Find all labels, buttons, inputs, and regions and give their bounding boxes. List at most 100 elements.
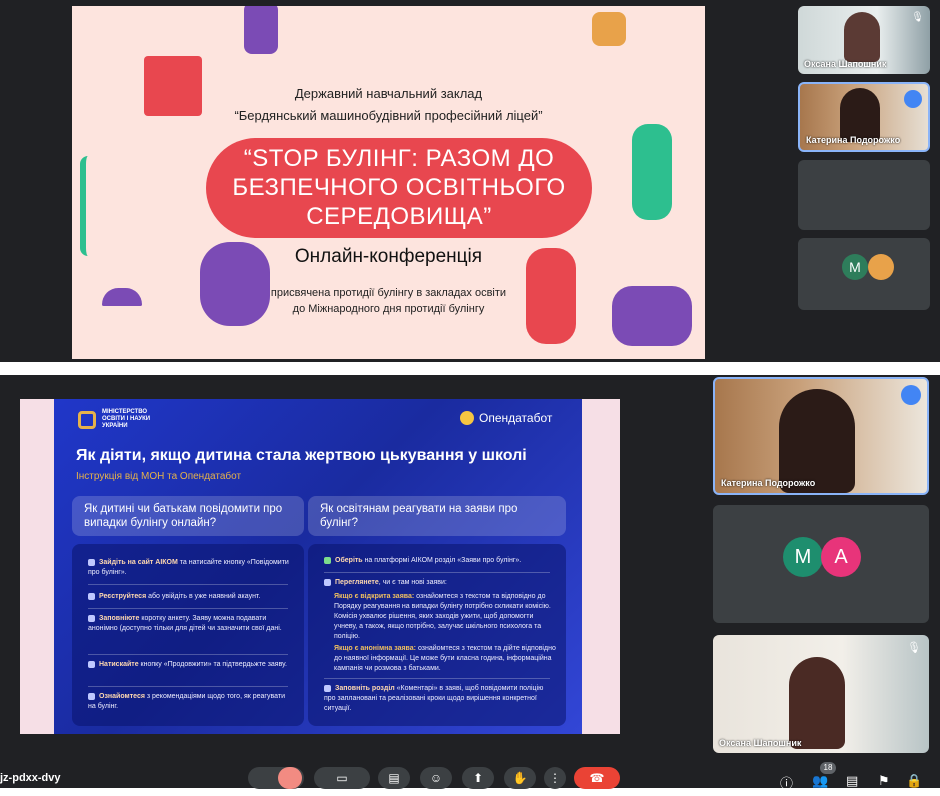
participant-video bbox=[840, 88, 880, 142]
opendatabot-logo: Опендатабот bbox=[460, 411, 552, 425]
checkbox-icon bbox=[324, 556, 331, 564]
more-vert-icon: ⋮ bbox=[549, 771, 561, 785]
ministry-line: ОСВІТИ І НАУКИ bbox=[102, 416, 151, 422]
participant-tile-group[interactable]: M A bbox=[713, 505, 929, 623]
slide-title: Як діяти, якщо дитина стала жертвою цьку… bbox=[76, 447, 527, 464]
participant-tile[interactable]: 🎙 Оксана Шапошник bbox=[798, 6, 930, 74]
meeting-window-top: Державний навчальний заклад “Бердянський… bbox=[0, 0, 940, 362]
participant-name: Оксана Шапошник bbox=[719, 738, 802, 748]
divider bbox=[324, 572, 550, 573]
participant-video bbox=[844, 12, 880, 62]
list-item: Зайдіть на сайт АІКОМ та натисайте кнопк… bbox=[88, 558, 289, 576]
avatar: A bbox=[821, 537, 861, 577]
hang-up-icon: ☎ bbox=[589, 771, 605, 785]
participant-tile-active[interactable]: Катерина Подорожко bbox=[798, 82, 930, 152]
microphone-button[interactable] bbox=[248, 767, 304, 789]
lock-icon: 🔒 bbox=[906, 773, 923, 788]
present-icon: ⬆ bbox=[472, 771, 484, 785]
presentation-slide-top: Державний навчальний заклад “Бердянський… bbox=[72, 6, 705, 359]
illustration-decor bbox=[632, 124, 672, 220]
camera-icon: ▭ bbox=[336, 771, 348, 785]
speaking-indicator-icon bbox=[901, 385, 921, 405]
participant-tile-group[interactable]: M bbox=[798, 238, 930, 310]
raise-hand-button[interactable]: ✋ bbox=[504, 767, 536, 789]
end-call-button[interactable]: ☎ bbox=[574, 767, 620, 789]
list-item: Заповніть розділ «Коментарі» в заяві, що… bbox=[324, 684, 544, 712]
participant-name: Катерина Подорожко bbox=[721, 478, 816, 488]
list-item: Якщо є анонімна заява: ознайомтеся з тек… bbox=[334, 645, 556, 672]
ministry-line: УКРАЇНИ bbox=[102, 423, 128, 429]
globe-icon bbox=[88, 558, 95, 566]
list-item: Оберіть на платформі АІКОМ розділ «Заяви… bbox=[324, 556, 556, 566]
avatar: M bbox=[783, 537, 823, 577]
list-item: Реєструйтеся або увійдіть в уже наявний … bbox=[88, 592, 294, 602]
list-item: Переглянете, чи є там нові заяви: bbox=[324, 578, 556, 588]
institution-line-2: “Бердянський машинобудівний професійний … bbox=[234, 108, 543, 123]
slide-subtitle: Інструкція від МОН та Опендатабот bbox=[76, 471, 242, 482]
headline-line-3: СЕРЕДОВИЩА” bbox=[306, 203, 492, 230]
opendatabot-icon bbox=[460, 411, 474, 425]
info-button[interactable]: ⓘ bbox=[780, 773, 793, 792]
mic-off-icon: 🎙 bbox=[907, 642, 921, 654]
partner-name: Опендатабот bbox=[479, 411, 553, 425]
activities-icon: ⚑ bbox=[878, 773, 890, 788]
illustration-strip-left bbox=[20, 399, 54, 734]
more-options-button[interactable]: ⋮ bbox=[544, 767, 566, 789]
camera-button[interactable]: ▭ bbox=[314, 767, 370, 789]
illustration-decor bbox=[80, 156, 176, 256]
participant-video bbox=[789, 657, 845, 749]
comment-icon bbox=[324, 684, 331, 692]
eye-icon bbox=[324, 578, 331, 586]
hand-icon: ✋ bbox=[512, 771, 528, 785]
activities-button[interactable]: ⚑ bbox=[878, 773, 890, 789]
ministry-logo: МІНІСТЕРСТВО ОСВІТИ І НАУКИ УКРАЇНИ bbox=[78, 409, 150, 430]
participant-tile-active[interactable]: Катерина Подорожко bbox=[713, 377, 929, 495]
chat-button[interactable]: ▤ bbox=[846, 773, 858, 789]
instructions-right: Оберіть на платформі АІКОМ розділ «Заяви… bbox=[308, 544, 566, 726]
list-item: Натискайте кнопку «Продовжити» та підтве… bbox=[88, 660, 294, 670]
login-icon bbox=[88, 592, 95, 600]
headline-line-2: БЕЗПЕЧНОГО ОСВІТНЬОГО bbox=[232, 174, 566, 201]
mic-off-icon: 🎙 bbox=[911, 12, 924, 23]
people-button[interactable]: 👥 bbox=[812, 773, 828, 789]
avatar-photo bbox=[868, 254, 894, 280]
participant-name: Катерина Подорожко bbox=[806, 135, 901, 145]
question-right: Як освітянам реагувати на заяви про булі… bbox=[308, 496, 566, 536]
instructions-left: Зайдіть на сайт АІКОМ та натисайте кнопк… bbox=[72, 544, 304, 726]
host-controls-button[interactable]: 🔒 bbox=[906, 773, 922, 789]
ministry-line: МІНІСТЕРСТВО bbox=[102, 409, 148, 415]
meeting-code: jz-pdxx-dvy bbox=[0, 772, 61, 784]
presentation-slide-bottom: МІНІСТЕРСТВО ОСВІТИ І НАУКИ УКРАЇНИ Опен… bbox=[20, 399, 620, 734]
present-button[interactable]: ⬆ bbox=[462, 767, 494, 789]
dedication-line-1: присвячена протидії булінгу в закладах о… bbox=[270, 287, 507, 299]
list-item: Якщо є відкрита заява: ознайомтеся з тек… bbox=[334, 593, 551, 640]
participant-name: Оксана Шапошник bbox=[804, 59, 887, 69]
emoji-button[interactable]: ☺ bbox=[420, 767, 452, 789]
info-icon: ⓘ bbox=[780, 776, 794, 791]
illustration-decor bbox=[244, 6, 278, 54]
emoji-icon: ☺ bbox=[429, 771, 443, 785]
avatar: M bbox=[842, 254, 868, 280]
divider bbox=[88, 654, 288, 655]
speaking-indicator-icon bbox=[904, 90, 922, 108]
form-icon bbox=[88, 614, 95, 622]
illustration-strip-right bbox=[582, 399, 620, 734]
headline-pill: “STOP БУЛІНГ: РАЗОМ ДО БЕЗПЕЧНОГО ОСВІТН… bbox=[206, 138, 592, 238]
ministry-emblem-icon bbox=[78, 410, 96, 429]
institution-line-1: Державний навчальний заклад bbox=[294, 86, 483, 101]
participant-tile-empty bbox=[798, 160, 930, 230]
captions-button[interactable]: ▤ bbox=[378, 767, 410, 789]
divider bbox=[324, 678, 550, 679]
chat-icon: ▤ bbox=[846, 773, 859, 788]
participant-count-badge: 18 bbox=[820, 762, 836, 774]
mic-off-icon bbox=[278, 767, 302, 789]
divider bbox=[88, 584, 288, 585]
dedication-line-2: до Міжнародного дня протидії булінгу bbox=[292, 303, 485, 315]
arrow-icon bbox=[88, 660, 95, 668]
list-item: Ознайомтеся з рекомендаціями щодо того, … bbox=[88, 692, 285, 710]
divider bbox=[88, 608, 288, 609]
list-item: Заповніюте коротку анкету. Заяву можна п… bbox=[88, 614, 282, 632]
illustration-decor bbox=[592, 12, 626, 46]
people-icon: 👥 bbox=[812, 773, 829, 788]
participant-tile[interactable]: 🎙 Оксана Шапошник bbox=[713, 635, 929, 753]
